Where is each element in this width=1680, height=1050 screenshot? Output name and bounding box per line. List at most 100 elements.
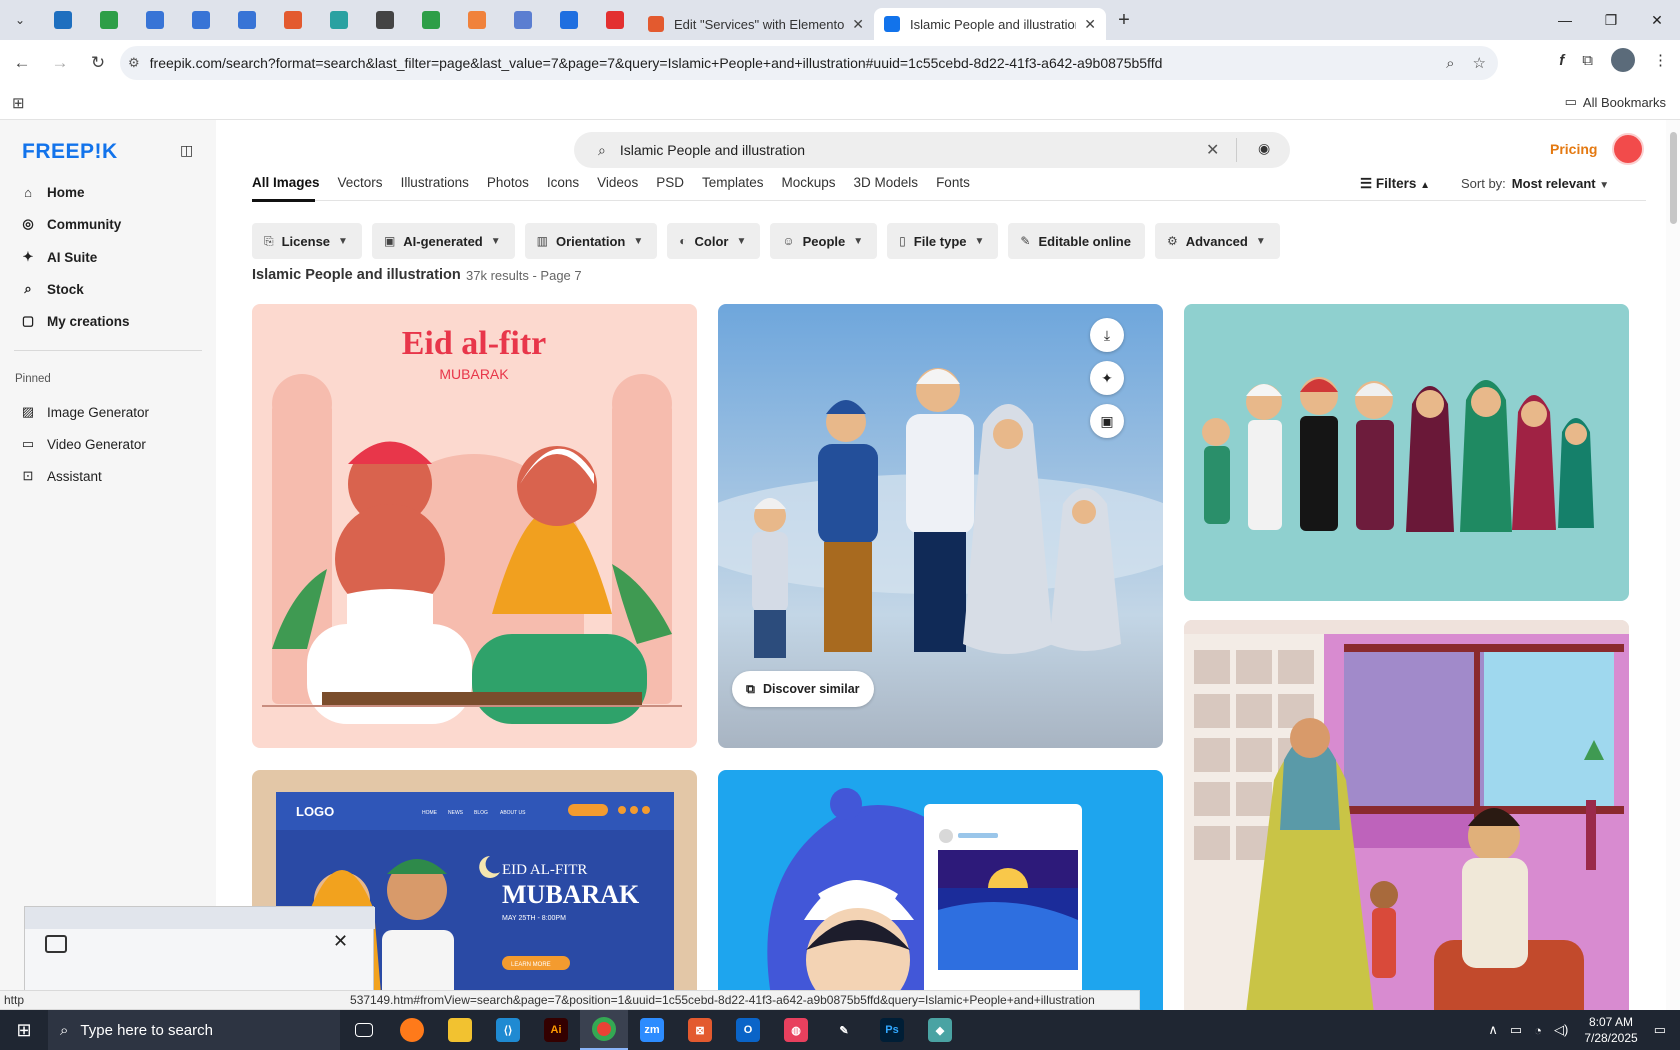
sort-dropdown[interactable]: Sort by: Most relevant ▼ (1461, 176, 1609, 191)
discover-similar-button[interactable]: ⧉ Discover similar (732, 671, 874, 707)
tab-icons[interactable]: Icons (547, 175, 579, 197)
windows-start-icon[interactable]: ⊞ (0, 1010, 48, 1050)
pinned-tab[interactable] (500, 0, 546, 40)
user-avatar[interactable] (1612, 133, 1644, 165)
filter-chip-file-type[interactable]: ▯ File type ▼ (887, 223, 999, 259)
forward-arrow-icon[interactable]: → (44, 47, 76, 79)
pinned-tab[interactable] (224, 0, 270, 40)
tab-3d-models[interactable]: 3D Models (854, 175, 919, 197)
tab-fonts[interactable]: Fonts (936, 175, 970, 197)
app-icon[interactable]: ◆ (916, 1010, 964, 1050)
photoshop-icon[interactable]: Ps (868, 1010, 916, 1050)
apps-grid-icon[interactable]: ⊞ (12, 94, 25, 112)
close-icon[interactable]: ✕ (1084, 16, 1096, 33)
reload-icon[interactable]: ↻ (82, 47, 114, 79)
result-card-child-tablet[interactable] (718, 770, 1163, 1010)
file-explorer-icon[interactable] (436, 1010, 484, 1050)
volume-icon[interactable]: ◁) (1554, 1022, 1568, 1038)
sidebar-item-my-creations[interactable]: ▢ My creations (20, 309, 130, 333)
tab-illustrations[interactable]: Illustrations (401, 175, 469, 197)
filter-chip-license[interactable]: ⎘ License ▼ (252, 223, 362, 259)
clear-search-icon[interactable]: ✕ (1206, 140, 1219, 160)
zoom-icon[interactable]: zm (628, 1010, 676, 1050)
filter-chip-people[interactable]: ☺ People ▼ (770, 223, 878, 259)
pinned-tab[interactable] (362, 0, 408, 40)
pinned-tab[interactable] (270, 0, 316, 40)
firefox-icon[interactable] (388, 1010, 436, 1050)
scrollbar-thumb[interactable] (1670, 132, 1677, 224)
ai-edit-icon[interactable]: ✦ (1090, 361, 1124, 395)
url-text[interactable]: freepik.com/search?format=search&last_fi… (150, 55, 1428, 71)
pricing-link[interactable]: Pricing (1550, 141, 1597, 157)
pinned-tab[interactable] (86, 0, 132, 40)
all-bookmarks[interactable]: ▭ All Bookmarks (1565, 94, 1666, 110)
kebab-menu-icon[interactable]: ⋮ (1653, 51, 1668, 69)
creative-cloud-icon[interactable]: ◍ (772, 1010, 820, 1050)
new-tab-plus-icon[interactable]: + (1106, 0, 1142, 40)
tab-templates[interactable]: Templates (702, 175, 764, 197)
filter-chip-color[interactable]: ◐ Color ▼ (667, 223, 761, 259)
result-card-islamic-people-row[interactable] (1184, 304, 1629, 601)
chrome-icon[interactable] (580, 1010, 628, 1050)
result-card-family-home[interactable] (1184, 620, 1629, 1010)
filters-toggle[interactable]: ☰ Filters ▲ (1360, 176, 1430, 192)
tool-icon[interactable]: ⊠ (676, 1010, 724, 1050)
download-icon[interactable]: ⤓ (1090, 318, 1124, 352)
sidebar-item-stock[interactable]: ⌕ Stock (20, 277, 83, 301)
sidebar-toggle-icon[interactable]: ◫ (180, 142, 193, 159)
filter-chip-ai-generated[interactable]: ▣ AI-generated ▼ (371, 223, 515, 259)
pinned-tab[interactable] (178, 0, 224, 40)
outlook-icon[interactable]: O (724, 1010, 772, 1050)
tab-mockups[interactable]: Mockups (782, 175, 836, 197)
preview-close-icon[interactable]: ✕ (333, 931, 348, 952)
tab-all-images[interactable]: All Images (252, 175, 320, 197)
restore-icon[interactable]: ❐ (1588, 0, 1634, 40)
profile-avatar[interactable] (1611, 48, 1635, 72)
pinned-tab[interactable] (316, 0, 362, 40)
save-to-collection-icon[interactable]: ▣ (1090, 404, 1124, 438)
tab-photos[interactable]: Photos (487, 175, 529, 197)
pen-tool-icon[interactable]: ✎ (820, 1010, 868, 1050)
pinned-tab[interactable] (454, 0, 500, 40)
pinned-tab[interactable] (40, 0, 86, 40)
sidebar-item-ai-suite[interactable]: ✦ AI Suite (20, 245, 98, 269)
sidebar-item-community[interactable]: ◎ Community (20, 212, 121, 236)
zoom-icon[interactable]: ⌕ (1446, 55, 1454, 72)
site-info-icon[interactable]: ⚙ (128, 55, 140, 71)
back-arrow-icon[interactable]: ← (6, 47, 38, 79)
taskbar-clock[interactable]: 8:07 AM 7/28/2025 (1584, 1014, 1637, 1046)
tray-chevron-icon[interactable]: ∧ (1488, 1022, 1498, 1038)
filter-chip-orientation[interactable]: ▥ Orientation ▼ (524, 223, 658, 259)
tab-elementor[interactable]: Edit "Services" with Elementor ✕ (638, 8, 874, 40)
illustrator-icon[interactable]: Ai (532, 1010, 580, 1050)
task-view-icon[interactable] (340, 1010, 388, 1050)
sidebar-item-video-generator[interactable]: ▭ Video Generator (20, 432, 146, 456)
minimize-icon[interactable]: — (1542, 0, 1588, 40)
camera-search-icon[interactable]: ◉ (1258, 140, 1270, 157)
page-scrollbar[interactable] (1666, 120, 1680, 1010)
window-close-icon[interactable]: ✕ (1634, 0, 1680, 40)
filter-chip-editable-online[interactable]: ✎ Editable online (1008, 223, 1145, 259)
search-bar[interactable]: ⌕ ✕ ◉ (574, 132, 1290, 168)
pinned-tab[interactable] (132, 0, 178, 40)
pinned-tab[interactable] (592, 0, 638, 40)
pinned-tab[interactable] (408, 0, 454, 40)
tab-search-chevron-icon[interactable]: ⌄ (0, 0, 40, 40)
close-icon[interactable]: ✕ (852, 16, 864, 33)
freepik-logo[interactable]: FREEP!K (22, 140, 118, 164)
network-icon[interactable]: ▭ (1510, 1022, 1522, 1038)
tab-vectors[interactable]: Vectors (338, 175, 383, 197)
filter-chip-advanced[interactable]: ⚙ Advanced ▼ (1154, 223, 1280, 259)
sidebar-item-home[interactable]: ⌂ Home (20, 180, 84, 204)
notifications-icon[interactable]: ▭ (1654, 1022, 1666, 1038)
wifi-icon[interactable]: ◔ (1534, 1023, 1542, 1038)
sidebar-item-image-generator[interactable]: ▨ Image Generator (20, 400, 149, 424)
sidebar-item-assistant[interactable]: ⊡ Assistant (20, 464, 102, 488)
extension-f-icon[interactable]: f (1559, 52, 1564, 69)
result-card-family-praying[interactable]: ⤓ ✦ ▣ ⧉ Discover similar (718, 304, 1163, 748)
vscode-icon[interactable]: ⟨⟩ (484, 1010, 532, 1050)
result-card-eid-al-fitr[interactable]: Eid al-fitr MUBARAK (252, 304, 697, 748)
pinned-tab[interactable] (546, 0, 592, 40)
tab-videos[interactable]: Videos (597, 175, 638, 197)
omnibox[interactable]: ⚙ freepik.com/search?format=search&last_… (120, 46, 1498, 80)
